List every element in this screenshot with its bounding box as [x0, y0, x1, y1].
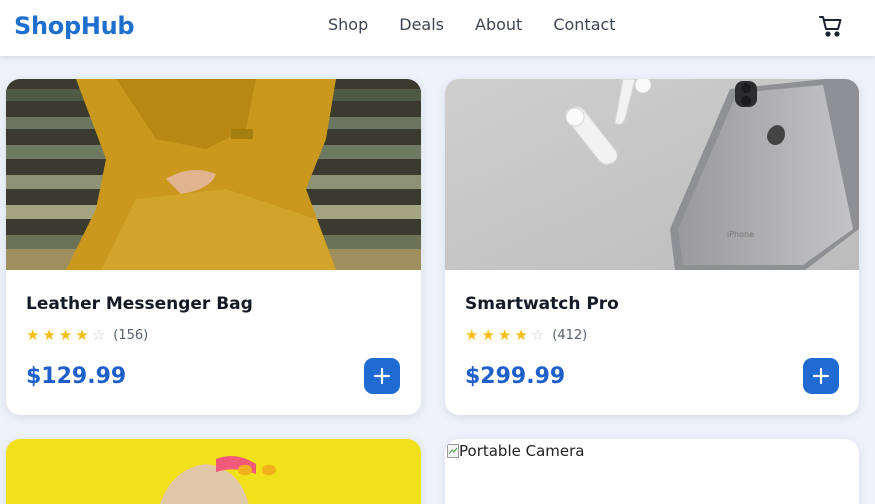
nav-deals-link[interactable]: Deals — [399, 15, 444, 34]
product-image[interactable] — [6, 439, 421, 504]
product-card[interactable] — [6, 439, 421, 504]
plus-icon — [812, 367, 830, 385]
star-icon: ★ — [481, 327, 495, 344]
product-title[interactable]: Smartwatch Pro — [465, 294, 619, 314]
product-image[interactable]: iPhone — [445, 79, 859, 270]
product-card[interactable]: iPhone Smartwatch Pro ★ ★ ★ ★ ☆ (412) $2… — [445, 79, 859, 415]
product-card[interactable]: Leather Messenger Bag ★ ★ ★ ★ ☆ (156) $1… — [6, 79, 421, 415]
plus-icon — [373, 367, 391, 385]
product-price: $129.99 — [26, 364, 127, 389]
product-card[interactable]: Portable Camera — [445, 439, 859, 504]
site-header: ShopHub Shop Deals About Contact — [0, 0, 875, 56]
svg-text:iPhone: iPhone — [727, 230, 754, 239]
product-rating: ★ ★ ★ ★ ☆ (156) — [26, 328, 148, 343]
broken-image-icon — [447, 444, 459, 458]
star-icon: ★ — [465, 327, 479, 344]
product-rating: ★ ★ ★ ★ ☆ (412) — [465, 328, 587, 343]
star-outline-icon: ☆ — [530, 327, 545, 344]
main-nav: Shop Deals About Contact — [328, 15, 647, 34]
product-title[interactable]: Leather Messenger Bag — [26, 294, 253, 314]
star-icon: ★ — [26, 327, 40, 344]
product-image[interactable] — [6, 79, 421, 270]
rating-count: (156) — [113, 328, 149, 343]
star-icon: ★ — [75, 327, 89, 344]
star-icon: ★ — [42, 327, 56, 344]
brand-logo[interactable]: ShopHub — [14, 12, 135, 40]
nav-contact-link[interactable]: Contact — [553, 15, 615, 34]
nav-shop-link[interactable]: Shop — [328, 15, 368, 34]
star-icon: ★ — [497, 327, 512, 344]
shopping-cart-icon[interactable] — [817, 12, 845, 40]
add-to-cart-button[interactable] — [364, 358, 400, 394]
broken-image[interactable]: Portable Camera — [447, 442, 584, 460]
star-icon: ★ — [58, 327, 73, 344]
star-icon: ★ — [514, 327, 528, 344]
star-outline-icon: ☆ — [91, 327, 106, 344]
rating-count: (412) — [552, 328, 588, 343]
product-price: $299.99 — [465, 364, 566, 389]
add-to-cart-button[interactable] — [803, 358, 839, 394]
nav-about-link[interactable]: About — [475, 15, 522, 34]
image-alt-text: Portable Camera — [459, 442, 585, 460]
